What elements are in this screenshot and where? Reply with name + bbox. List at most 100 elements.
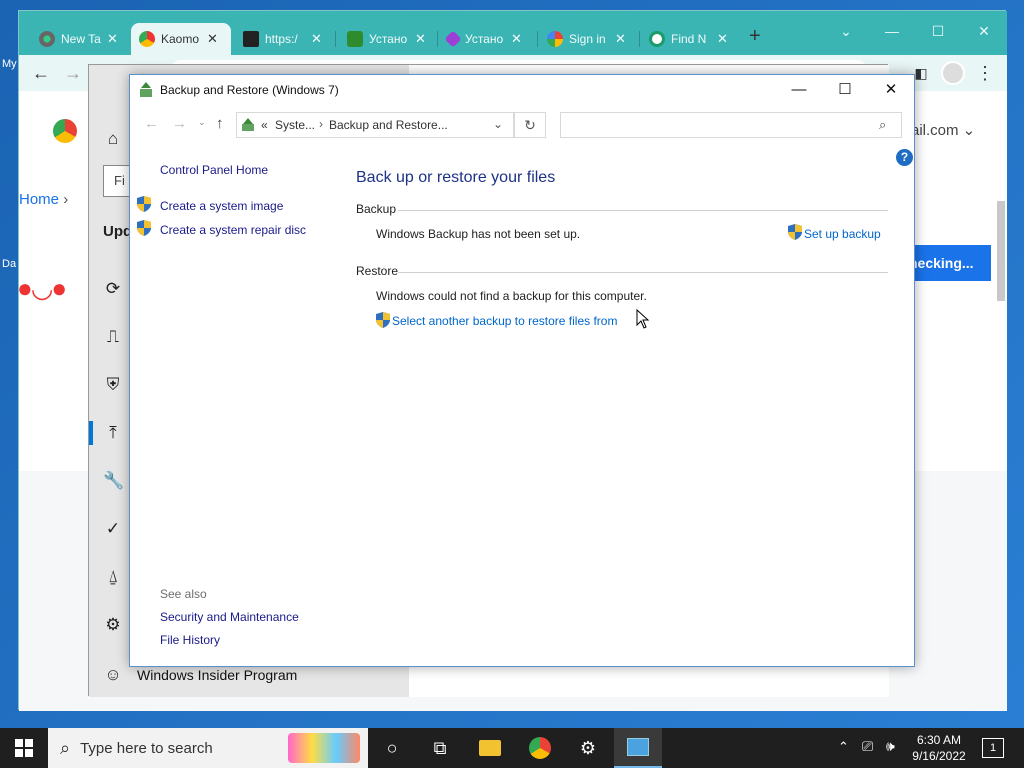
back-button[interactable]: ←	[144, 115, 159, 132]
chevron-down-icon[interactable]: ⌄	[493, 117, 503, 131]
tab-new-tab[interactable]: New Ta ✕	[31, 23, 126, 55]
tab-search-button[interactable]: ⌄	[823, 17, 869, 45]
set-up-backup-link[interactable]: Set up backup	[804, 227, 881, 241]
volume-icon[interactable]: 🕪	[886, 738, 895, 755]
network-icon[interactable]: ⎚	[862, 738, 873, 755]
select-another-backup-link[interactable]: Select another backup to restore files f…	[392, 314, 617, 328]
refresh-button[interactable]: ↻	[514, 112, 546, 138]
site-logo[interactable]	[53, 119, 77, 143]
start-button[interactable]	[0, 728, 48, 768]
shield-icon[interactable]: ⛨	[103, 375, 123, 395]
breadcrumb-backup-restore[interactable]: Backup and Restore...	[329, 118, 448, 132]
menu-icon[interactable]: ⋮	[973, 61, 997, 85]
tab-https[interactable]: https:/ ✕	[235, 23, 330, 55]
search-highlight-icon	[288, 733, 360, 763]
maximize-button[interactable]: ☐	[822, 75, 868, 105]
up-button[interactable]: ↑	[216, 115, 224, 132]
minimize-button[interactable]: —	[776, 75, 822, 105]
tab-install-1[interactable]: Устано ✕	[339, 23, 434, 55]
close-icon[interactable]: ✕	[311, 31, 322, 47]
tab-label: New Ta	[61, 32, 101, 46]
new-tab-button[interactable]: +	[749, 25, 761, 48]
close-icon[interactable]: ✕	[511, 31, 522, 47]
forward-button[interactable]: →	[172, 115, 187, 132]
security-maintenance-link[interactable]: Security and Maintenance	[160, 610, 299, 624]
maximize-button[interactable]: ☐	[915, 17, 961, 45]
file-explorer-icon[interactable]	[466, 728, 514, 768]
show-hidden-icons[interactable]: ⌃	[838, 739, 849, 755]
recent-dropdown[interactable]: ⌄	[198, 117, 206, 128]
tab-label: Устано	[465, 32, 504, 46]
wrench-icon[interactable]: 🔧	[103, 471, 124, 491]
account-email[interactable]: ail.com ⌄	[911, 121, 975, 139]
scrollbar[interactable]	[997, 201, 1005, 301]
close-button[interactable]: ✕	[868, 75, 914, 105]
cortana-icon[interactable]: ○	[368, 728, 416, 768]
control-panel-taskbar-icon[interactable]	[614, 728, 662, 768]
sync-icon[interactable]: ⟳	[103, 279, 123, 299]
chevron-right-icon: ›	[319, 117, 323, 131]
search-icon[interactable]: ⌕	[879, 117, 886, 133]
breadcrumb-home[interactable]: Home ›	[19, 191, 68, 208]
delivery-icon[interactable]: ⎍	[103, 327, 123, 347]
taskbar-clock[interactable]: 6:30 AM 9/16/2022	[906, 732, 972, 764]
tab-divider	[639, 31, 640, 47]
taskbar-search-box[interactable]: ⌕ Type here to search	[48, 728, 368, 768]
windows-logo-icon	[15, 739, 33, 757]
chrome-taskbar-icon[interactable]	[516, 728, 564, 768]
restore-status-text: Windows could not find a backup for this…	[376, 289, 647, 303]
find-device-icon[interactable]: ⍙	[103, 567, 123, 587]
notification-center-button[interactable]: 1	[982, 738, 1004, 758]
uac-shield-icon	[137, 196, 151, 212]
clock-date: 9/16/2022	[912, 749, 966, 763]
home-icon[interactable]: ⌂	[103, 129, 123, 149]
tab-find[interactable]: Find N ✕	[641, 23, 736, 55]
site-icon	[243, 31, 259, 47]
tab-sign-in[interactable]: Sign in ✕	[539, 23, 634, 55]
insider-icon[interactable]: ☺	[103, 665, 123, 685]
close-icon[interactable]: ✕	[415, 31, 426, 47]
taskbar: ⌕ Type here to search ○ ⧉ ⚙ ⌃ ⎚ 🕪 6:30 A…	[0, 728, 1024, 768]
forward-button[interactable]: →	[61, 61, 85, 85]
backup-section-title: Backup	[356, 202, 397, 216]
backup-icon[interactable]: ⤒	[103, 423, 123, 443]
create-system-image-link[interactable]: Create a system image	[160, 199, 283, 213]
close-icon[interactable]: ✕	[207, 31, 218, 47]
control-panel-home-link[interactable]: Control Panel Home	[160, 163, 268, 177]
close-icon[interactable]: ✕	[107, 31, 118, 47]
tab-install-2[interactable]: Устано ✕	[439, 23, 530, 55]
close-icon[interactable]: ✕	[717, 31, 728, 47]
breadcrumb-system[interactable]: Syste...	[275, 118, 315, 132]
address-bar[interactable]: « Syste... › Backup and Restore... ⌄	[236, 112, 514, 138]
task-view-icon[interactable]: ⧉	[416, 728, 464, 768]
section-title: Upd	[103, 223, 133, 240]
address-toolbar: ← → ⌄ ↑ « Syste... › Backup and Restore.…	[130, 109, 914, 143]
back-button[interactable]: ←	[29, 61, 53, 85]
insider-program-link[interactable]: Windows Insider Program	[137, 667, 297, 683]
file-history-link[interactable]: File History	[160, 633, 220, 647]
profile-avatar[interactable]	[941, 61, 965, 85]
kaomoji-icon	[139, 31, 155, 47]
see-also-label: See also	[160, 587, 207, 601]
help-icon[interactable]: ?	[896, 149, 913, 166]
desktop-icon-label[interactable]: My	[2, 58, 17, 70]
backup-restore-icon	[140, 82, 152, 97]
tab-kaomoji[interactable]: Kaomo ✕	[131, 23, 231, 55]
notification-count: 1	[989, 742, 997, 754]
check-circle-icon[interactable]: ✓	[103, 519, 123, 539]
developer-icon[interactable]: ⚙	[103, 615, 123, 635]
desktop-icon-label[interactable]: Da	[2, 258, 16, 270]
close-icon[interactable]: ✕	[615, 31, 626, 47]
close-button[interactable]: ✕	[961, 17, 1007, 45]
tab-divider	[437, 31, 438, 47]
title-bar: Backup and Restore (Windows 7) — ☐ ✕	[130, 75, 914, 105]
create-repair-disc-link[interactable]: Create a system repair disc	[160, 223, 306, 237]
settings-taskbar-icon[interactable]: ⚙	[564, 728, 612, 768]
page-title: Back up or restore your files	[356, 169, 556, 186]
search-control-panel-input[interactable]: ⌕	[560, 112, 902, 138]
restore-section-title: Restore	[356, 264, 399, 278]
minimize-button[interactable]: —	[869, 17, 915, 45]
uac-shield-icon	[788, 224, 802, 240]
uac-shield-icon	[376, 312, 390, 328]
tab-label: Kaomo	[161, 32, 200, 46]
